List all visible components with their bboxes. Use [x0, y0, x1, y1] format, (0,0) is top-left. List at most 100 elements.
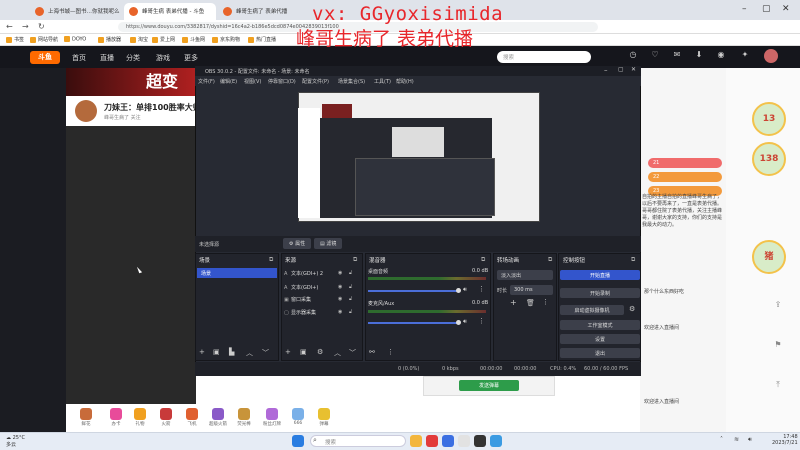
- share-icon[interactable]: ⇪: [773, 300, 783, 309]
- bookmark-item[interactable]: 书签: [6, 36, 24, 43]
- activity-badge[interactable]: 猪: [752, 240, 786, 274]
- send-button[interactable]: 发送弹幕: [459, 380, 519, 391]
- menu-file[interactable]: 文件(F): [198, 78, 215, 85]
- browser-tab[interactable]: 上海书城—图书…你就我呢么: [30, 3, 120, 20]
- broadcast-icon[interactable]: ◉: [716, 50, 726, 59]
- browser-tab-active[interactable]: 峰哥生病 表弟代播 - 斗鱼: [124, 3, 216, 20]
- nav-item[interactable]: 直播: [100, 53, 114, 63]
- gift-icon[interactable]: [186, 408, 198, 420]
- popout-icon[interactable]: ⧉: [269, 256, 273, 264]
- gift-icon[interactable]: [212, 408, 224, 420]
- gift-icon[interactable]: [110, 408, 122, 420]
- gift-icon[interactable]: [238, 408, 250, 420]
- more-icon[interactable]: ⋮: [542, 298, 549, 306]
- site-logo[interactable]: 斗鱼: [30, 51, 60, 64]
- popout-icon[interactable]: ⧉: [353, 256, 357, 264]
- activity-badge[interactable]: 138: [752, 142, 786, 176]
- move-down-icon[interactable]: ﹀: [262, 348, 269, 358]
- bookmark-item[interactable]: 淘宝: [130, 36, 148, 43]
- add-icon[interactable]: +: [285, 348, 291, 356]
- lock-icon[interactable]: 🔓︎: [349, 296, 352, 302]
- gear-icon[interactable]: ⚙: [317, 348, 323, 356]
- site-search-input[interactable]: 搜索: [497, 51, 591, 63]
- bookmark-item[interactable]: 京东购物: [212, 36, 240, 43]
- forward-icon[interactable]: →: [22, 22, 29, 31]
- top-icon[interactable]: ⤒: [773, 380, 783, 390]
- gift-icon[interactable]: [318, 408, 330, 420]
- visibility-icon[interactable]: ◉: [338, 270, 342, 276]
- volume-knob[interactable]: [456, 320, 461, 325]
- app-icon[interactable]: [442, 435, 454, 447]
- virtual-camera-button[interactable]: 启动虚拟摄像机: [560, 305, 624, 315]
- start-streaming-button[interactable]: 开始直播: [560, 270, 640, 280]
- chevron-up-icon[interactable]: ˄: [720, 436, 723, 443]
- gift-icon[interactable]: [80, 408, 92, 420]
- remove-icon[interactable]: ▣: [300, 348, 307, 356]
- report-icon[interactable]: ⚑: [773, 340, 783, 349]
- start-recording-button[interactable]: 开始录制: [560, 288, 640, 298]
- more-icon[interactable]: ⋮: [387, 348, 394, 356]
- speaker-icon[interactable]: 🔊︎: [463, 318, 467, 326]
- menu-profile[interactable]: 配置文件(P): [302, 78, 329, 85]
- popout-icon[interactable]: ⧉: [548, 256, 552, 264]
- refresh-icon[interactable]: ↻: [38, 22, 45, 31]
- popout-icon[interactable]: ⧉: [481, 256, 485, 264]
- nav-item[interactable]: 更多: [184, 53, 198, 63]
- exit-button[interactable]: 退出: [560, 348, 640, 358]
- bookmark-item[interactable]: 热门直播: [248, 36, 276, 43]
- nav-item[interactable]: 分类: [126, 53, 140, 63]
- move-up-icon[interactable]: ︿: [246, 348, 253, 358]
- message-icon[interactable]: ✉: [672, 50, 682, 59]
- move-up-icon[interactable]: ︿: [334, 348, 341, 358]
- trash-icon[interactable]: 🗑︎: [526, 299, 535, 307]
- maximize-icon[interactable]: ▢: [762, 4, 771, 14]
- volume-slider[interactable]: [368, 290, 458, 292]
- windows-start-icon[interactable]: [292, 435, 304, 447]
- filter-icon[interactable]: ▙: [229, 348, 234, 356]
- activity-badge[interactable]: 13: [752, 102, 786, 136]
- streamer-avatar[interactable]: [75, 100, 97, 122]
- weather-widget[interactable]: ☁ 25°C 多云: [6, 435, 25, 448]
- gift-icon[interactable]: [160, 408, 172, 420]
- history-icon[interactable]: ◷: [628, 50, 638, 59]
- link-icon[interactable]: ⚯: [369, 348, 375, 356]
- browser-tab[interactable]: 峰哥生病了 表弟代播: [218, 3, 288, 20]
- close-icon[interactable]: ✕: [782, 4, 790, 14]
- follow-icon[interactable]: ♡: [650, 50, 660, 59]
- minimize-icon[interactable]: –: [742, 4, 747, 14]
- menu-edit[interactable]: 编辑(E): [220, 78, 237, 85]
- duration-input[interactable]: 300 ms: [510, 285, 553, 295]
- settings-button[interactable]: 设置: [560, 334, 640, 344]
- lock-icon[interactable]: 🔓︎: [349, 309, 352, 315]
- bookmark-item[interactable]: 斗鱼网: [182, 36, 205, 43]
- add-icon[interactable]: +: [510, 298, 517, 307]
- nav-item[interactable]: 首页: [72, 53, 86, 63]
- app-icon[interactable]: [458, 435, 470, 447]
- gift-icon[interactable]: ✦: [740, 50, 750, 59]
- bookmark-item[interactable]: DOYO: [64, 36, 86, 43]
- menu-docks[interactable]: 停靠窗口(D): [268, 78, 296, 85]
- properties-button[interactable]: ⚙ 属性: [283, 238, 312, 249]
- visibility-icon[interactable]: ◉: [338, 309, 342, 315]
- taskbar-clock[interactable]: 17:48 2023/7/21: [772, 434, 798, 446]
- source-item[interactable]: A 文本(GDI+) ◉ 🔓︎: [284, 284, 360, 291]
- visibility-icon[interactable]: ◉: [338, 284, 342, 290]
- more-icon[interactable]: ⋮: [478, 285, 485, 293]
- lock-icon[interactable]: 🔓︎: [349, 270, 352, 276]
- source-item[interactable]: ▣ 窗口采集 ◉ 🔓︎: [284, 296, 360, 303]
- menu-help[interactable]: 帮助(H): [396, 78, 414, 85]
- avatar[interactable]: [764, 49, 778, 63]
- remove-icon[interactable]: ▣: [213, 348, 220, 356]
- obs-close-icon[interactable]: ✕: [631, 66, 636, 73]
- menu-scene-collection[interactable]: 场景集合(S): [338, 78, 365, 85]
- bookmark-item[interactable]: 网站导航: [30, 36, 58, 43]
- menu-view[interactable]: 视图(V): [244, 78, 261, 85]
- scene-item-selected[interactable]: 场景: [197, 268, 277, 278]
- filters-button[interactable]: ▤ 滤镜: [314, 238, 343, 249]
- add-icon[interactable]: +: [199, 348, 205, 356]
- studio-mode-button[interactable]: 工作室模式: [560, 320, 640, 330]
- obs-minimize-icon[interactable]: –: [604, 66, 608, 74]
- download-icon[interactable]: ⬇: [694, 50, 704, 59]
- browser-taskbar-icon[interactable]: [490, 435, 502, 447]
- volume-icon[interactable]: 🔊︎: [748, 436, 752, 444]
